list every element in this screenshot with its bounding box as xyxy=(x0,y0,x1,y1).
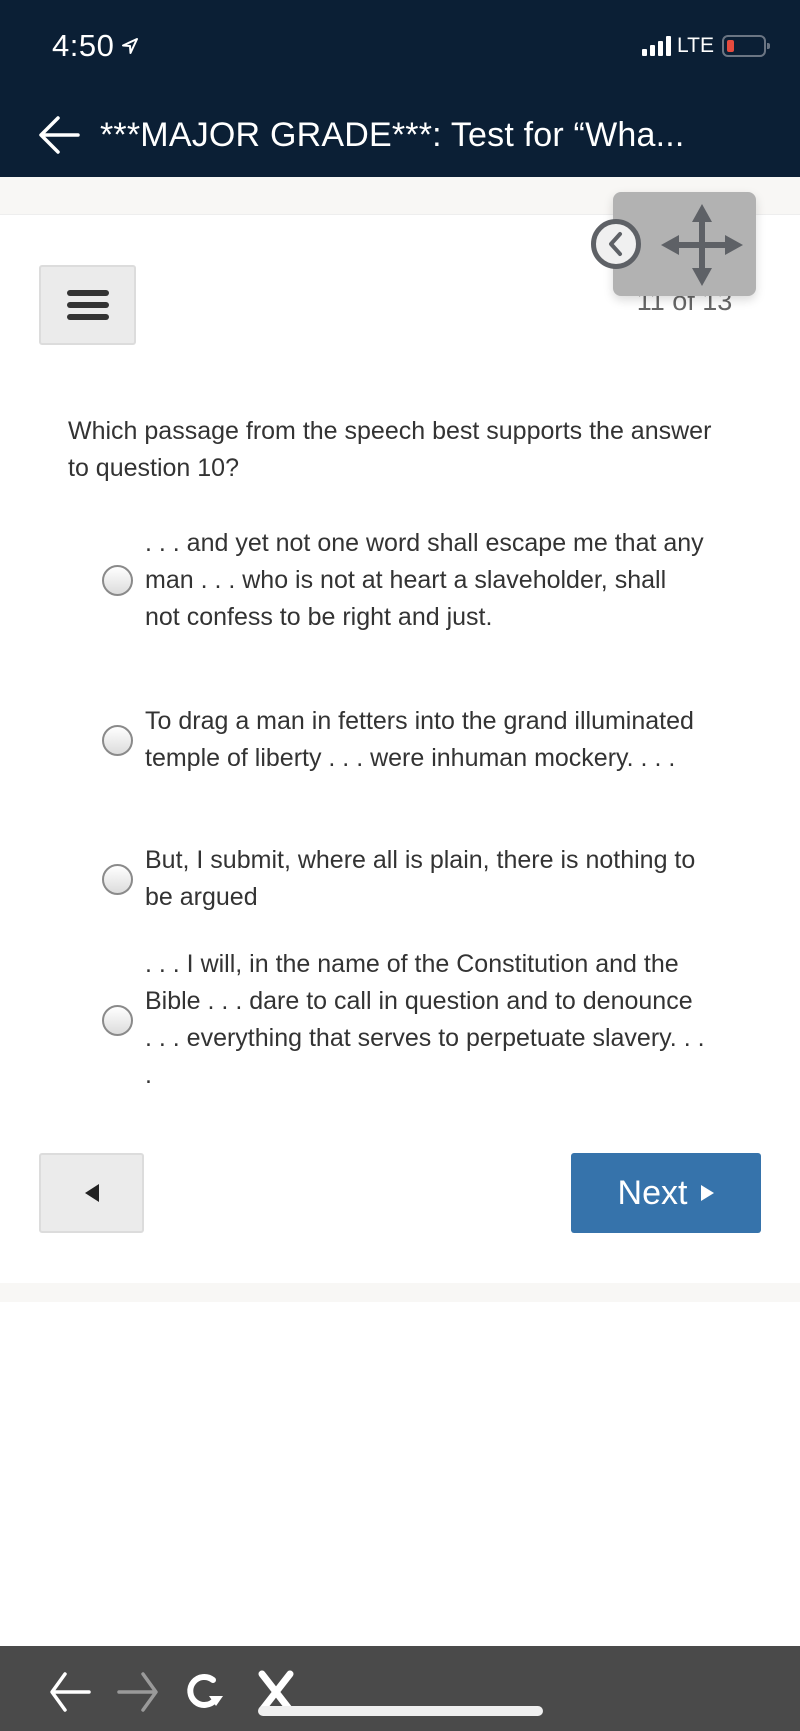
battery-icon xyxy=(722,35,770,57)
hamburger-menu-icon xyxy=(66,290,109,320)
radio-button[interactable] xyxy=(102,863,133,895)
previous-button[interactable] xyxy=(39,1153,144,1233)
answer-option-1[interactable]: . . . and yet not one word shall escape … xyxy=(100,525,740,636)
arrow-left-icon xyxy=(39,116,80,154)
question-menu-button[interactable] xyxy=(39,265,136,345)
triangle-left-icon xyxy=(84,1184,99,1202)
next-button-label: Next xyxy=(617,1173,688,1212)
radio-button[interactable] xyxy=(102,565,133,596)
reload-icon xyxy=(187,1673,223,1708)
collapse-widget-button[interactable] xyxy=(591,219,641,269)
question-text: Which passage from the speech best suppo… xyxy=(68,417,712,482)
answer-option-text: . . . and yet not one word shall escape … xyxy=(145,529,704,631)
browser-back-button[interactable] xyxy=(48,1670,92,1714)
answer-option-text: But, I submit, where all is plain, there… xyxy=(145,846,696,911)
browser-toolbar xyxy=(0,1646,800,1731)
app-header: ***MAJOR GRADE***: Test for “Wha... xyxy=(0,100,800,170)
next-button[interactable]: Next xyxy=(571,1153,761,1233)
radio-button[interactable] xyxy=(102,724,133,756)
location-arrow-icon xyxy=(122,38,139,54)
status-indicators: LTE xyxy=(642,34,770,58)
top-bar: 4:50 LTE ***MAJOR GRADE***: Test for “Wh… xyxy=(0,0,800,177)
answer-option-2[interactable]: To drag a man in fetters into the grand … xyxy=(100,703,740,777)
network-type: LTE xyxy=(677,34,714,57)
signal-icon xyxy=(642,36,672,56)
content-bottom-strip xyxy=(0,1283,800,1302)
answer-option-text: To drag a man in fetters into the grand … xyxy=(145,707,694,772)
answer-option-text: . . . I will, in the name of the Constit… xyxy=(145,950,705,1089)
arrow-right-icon xyxy=(117,1672,158,1712)
browser-reload-button[interactable] xyxy=(183,1670,227,1714)
page-title: ***MAJOR GRADE***: Test for “Wha... xyxy=(100,115,685,154)
arrow-left-icon xyxy=(50,1672,91,1712)
answer-option-3[interactable]: But, I submit, where all is plain, there… xyxy=(100,842,740,916)
answer-option-4[interactable]: . . . I will, in the name of the Constit… xyxy=(100,946,740,1094)
radio-button[interactable] xyxy=(102,1004,133,1036)
browser-forward-button[interactable] xyxy=(116,1670,160,1714)
chevron-left-circle-icon xyxy=(609,232,622,256)
triangle-right-icon xyxy=(701,1185,715,1201)
status-time-group: 4:50 xyxy=(52,28,140,64)
home-indicator[interactable] xyxy=(258,1706,543,1716)
header-back-button[interactable] xyxy=(36,110,96,160)
status-time: 4:50 xyxy=(52,28,115,63)
move-arrows-icon xyxy=(661,204,743,286)
